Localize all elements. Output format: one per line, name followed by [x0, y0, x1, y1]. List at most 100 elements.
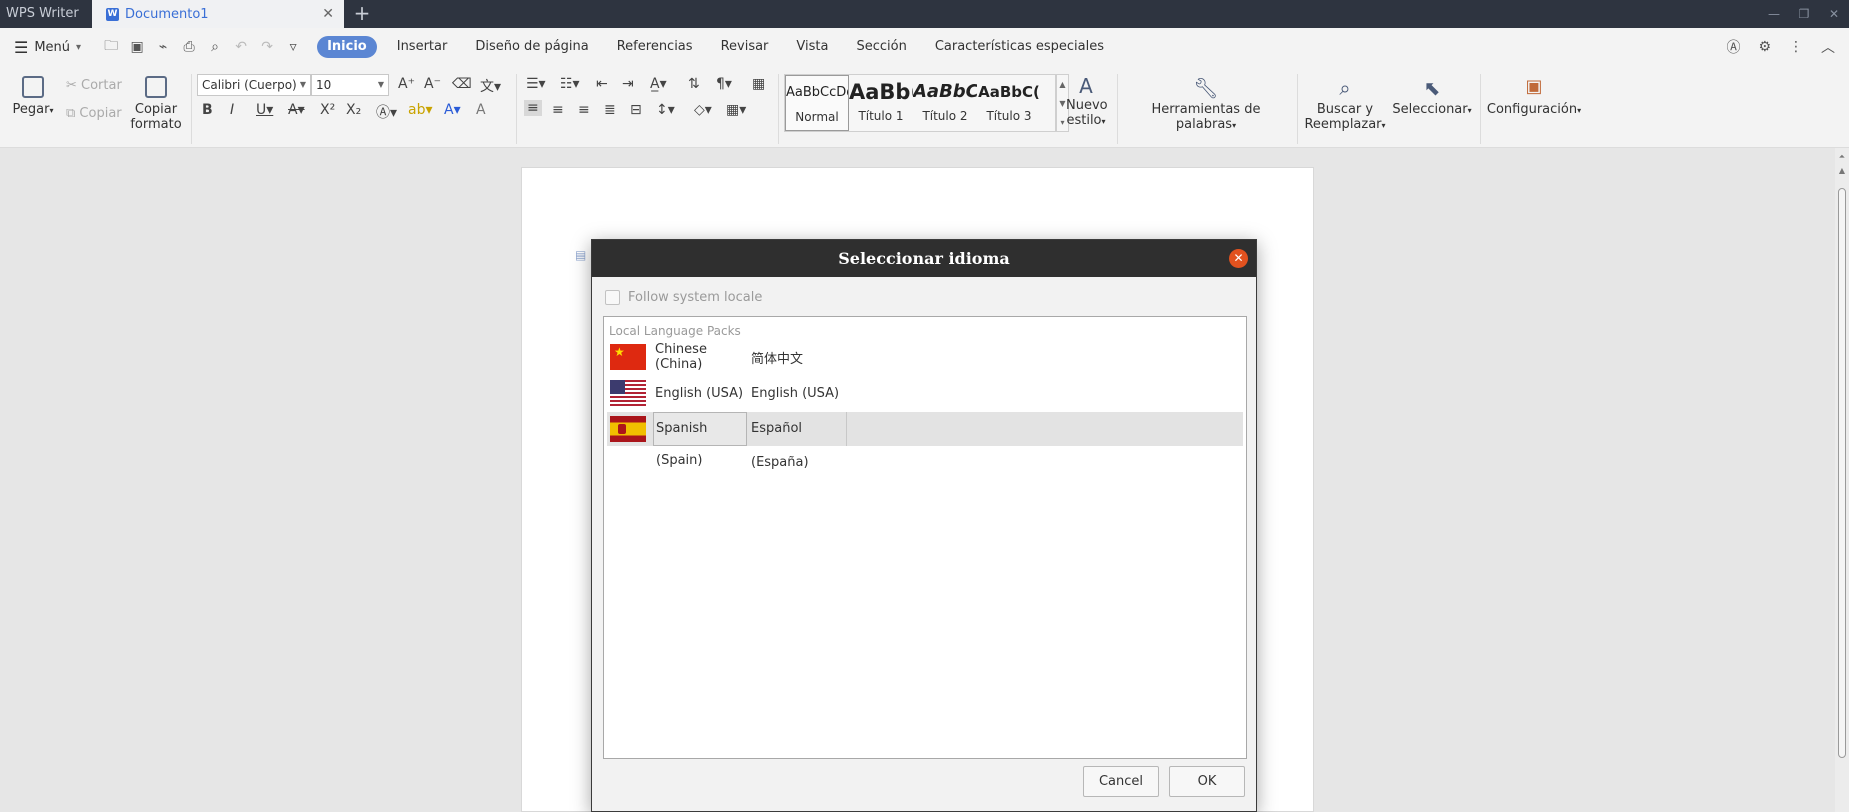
text-direction-icon[interactable]: A̲▾ [650, 76, 667, 92]
italic-icon[interactable]: I [230, 102, 234, 118]
restore-icon[interactable]: ❐ [1789, 0, 1819, 28]
language-native-name: Español (España) [747, 412, 847, 470]
borders-icon[interactable]: ▦▾ [726, 102, 746, 118]
cancel-button[interactable]: Cancel [1083, 766, 1159, 797]
paste-label: Pegar [12, 102, 50, 117]
underline-icon[interactable]: U▾ [256, 102, 273, 118]
paragraph-marks-icon[interactable]: ¶▾ [716, 76, 732, 92]
copy-format-button[interactable]: Copiar formato [128, 76, 184, 132]
clipboard-icon [22, 76, 44, 98]
word-tools-button[interactable]: 🔧︎ Herramientas de palabras▾ [1126, 76, 1286, 132]
settings-label: Configuración [1486, 102, 1578, 117]
language-row-english[interactable]: English (USA) English (USA) [607, 376, 1243, 410]
format-brush-icon [145, 76, 167, 98]
language-row-spanish[interactable]: Spanish (Spain) Español (España) [607, 412, 1243, 470]
style-titulo-1[interactable]: AaBb(Título 1 [849, 75, 913, 131]
tab-vista[interactable]: Vista [782, 36, 842, 58]
close-tab-icon[interactable]: ✕ [322, 6, 334, 22]
tab-inicio[interactable]: Inicio [317, 36, 377, 58]
shrink-font-icon[interactable]: A⁻ [424, 76, 441, 92]
subscript-icon[interactable]: X₂ [346, 102, 361, 118]
undo-icon[interactable]: ↶ [233, 39, 249, 55]
tab-seccion[interactable]: Sección [842, 36, 920, 58]
open-folder-icon[interactable]: 🗀 [103, 35, 119, 59]
pinyin-icon[interactable]: 文▾ [480, 76, 501, 96]
dialog-close-icon[interactable]: ✕ [1229, 249, 1248, 268]
clear-format-icon[interactable]: ⌫ [452, 76, 472, 92]
minimize-icon[interactable]: — [1759, 0, 1789, 28]
app-tab[interactable]: WPS Writer [0, 0, 88, 28]
style-titulo-2[interactable]: AaBbC Título 2 [913, 75, 977, 131]
scrollbar-thumb[interactable] [1838, 188, 1846, 758]
table-layout-icon[interactable]: ▦ [752, 76, 765, 92]
tab-referencias[interactable]: Referencias [603, 36, 707, 58]
font-color-icon[interactable]: A▾ [444, 102, 461, 118]
distribute-icon[interactable]: ⊟ [630, 102, 642, 118]
settings-button[interactable]: ▣ Configuración▾ [1486, 76, 1582, 117]
ribbon-separator [1480, 74, 1481, 144]
print-preview-icon[interactable]: ⌕ [207, 39, 223, 55]
style-normal[interactable]: AaBbCcDd Normal [785, 75, 849, 131]
wps-account-icon[interactable]: Ⓐ [1726, 37, 1740, 57]
tab-revisar[interactable]: Revisar [707, 36, 783, 58]
language-list[interactable]: Local Language Packs Chinese (China) 简体中… [603, 316, 1247, 759]
font-name-select[interactable]: Calibri (Cuerpo) ▼ [197, 74, 311, 96]
select-button[interactable]: ⬉ Seleccionar▾ [1392, 76, 1472, 117]
char-shading-icon[interactable]: A [476, 102, 486, 118]
ok-button[interactable]: OK [1169, 766, 1245, 797]
scroll-top-icon[interactable]: ⏶ [1835, 152, 1849, 162]
align-left-icon[interactable]: ≡ [524, 100, 542, 116]
collapse-ribbon-icon[interactable]: ︿ [1821, 37, 1835, 57]
checkbox-box[interactable] [605, 290, 620, 305]
paste-button[interactable]: Pegar▾ [10, 76, 56, 117]
increase-indent-icon[interactable]: ⇥ [622, 76, 634, 92]
tab-insertar[interactable]: Insertar [383, 36, 462, 58]
title-bar: WPS Writer W Documento1 ✕ + — ❐ ✕ [0, 0, 1849, 28]
save-icon[interactable]: ▣ [129, 39, 145, 55]
numbering-icon[interactable]: ☷▾ [560, 76, 580, 92]
bold-icon[interactable]: B [202, 102, 213, 118]
tab-caracteristicas[interactable]: Características especiales [921, 36, 1118, 58]
tab-diseno-pagina[interactable]: Diseño de página [461, 36, 602, 58]
new-tab-button[interactable]: + [344, 0, 380, 28]
highlight-icon[interactable]: ab▾ [408, 102, 433, 118]
find-replace-button[interactable]: ⌕ Buscar y Reemplazar▾ [1302, 76, 1388, 132]
strikethrough-icon[interactable]: A▾ [288, 102, 305, 118]
grow-font-icon[interactable]: A⁺ [398, 76, 415, 92]
copy-button[interactable]: ⧉ Copiar [66, 106, 122, 121]
justify-icon[interactable]: ≣ [604, 102, 616, 118]
document-tab[interactable]: W Documento1 ✕ [92, 0, 344, 28]
quick-access-toolbar: 🗀 ▣ ⌁ ⎙ ⌕ ↶ ↷ ▿ [95, 35, 309, 59]
format-painter-icon[interactable]: ⌁ [155, 39, 171, 55]
text-effects-icon[interactable]: Ⓐ▾ [376, 102, 397, 122]
line-spacing-icon[interactable]: ↕▾ [656, 102, 675, 118]
redo-icon[interactable]: ↷ [259, 39, 275, 55]
vertical-scrollbar[interactable]: ⏶ ▲ [1835, 148, 1849, 812]
superscript-icon[interactable]: X² [320, 102, 335, 118]
font-size-select[interactable]: 10 ▼ [311, 74, 389, 96]
scroll-up-icon[interactable]: ▲ [1835, 166, 1849, 175]
window-controls: — ❐ ✕ [1759, 0, 1849, 28]
customize-toolbar-icon[interactable]: ▿ [285, 39, 301, 55]
sort-icon[interactable]: ⇅ [688, 76, 700, 92]
hamburger-icon: ☰ [14, 37, 29, 57]
style-titulo-3[interactable]: AaBbC(Título 3 [977, 75, 1041, 131]
follow-locale-checkbox[interactable]: Follow system locale [605, 290, 762, 305]
cut-button[interactable]: ✂ Cortar [66, 78, 122, 93]
style-name: Título 1 [858, 109, 904, 123]
language-row-chinese[interactable]: Chinese (China) 简体中文 [607, 340, 1243, 374]
language-english-name: English (USA) [655, 385, 744, 401]
new-style-button[interactable]: A Nuevo estilo▾ [1066, 74, 1108, 128]
ribbon-separator [778, 74, 779, 144]
bullets-icon[interactable]: ☰▾ [526, 76, 546, 92]
align-right-icon[interactable]: ≡ [578, 102, 590, 118]
decrease-indent-icon[interactable]: ⇤ [596, 76, 608, 92]
window-close-icon[interactable]: ✕ [1819, 0, 1849, 28]
gear-icon[interactable]: ⚙ [1758, 39, 1771, 55]
print-icon[interactable]: ⎙ [181, 39, 197, 55]
align-center-icon[interactable]: ≡ [552, 102, 564, 118]
select-label: Seleccionar [1392, 102, 1468, 117]
main-menu-button[interactable]: ☰ Menú ▾ [0, 38, 95, 57]
shading-icon[interactable]: ◇▾ [694, 102, 712, 118]
more-options-icon[interactable]: ⋮ [1789, 39, 1803, 55]
